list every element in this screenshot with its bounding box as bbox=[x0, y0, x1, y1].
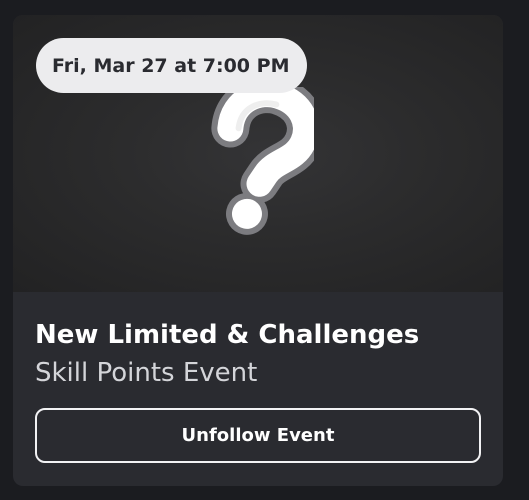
event-card[interactable]: Fri, Mar 27 at 7:00 PM New Limited & Cha… bbox=[13, 15, 503, 486]
question-mark-icon bbox=[211, 87, 314, 235]
event-subtitle: Skill Points Event bbox=[35, 358, 258, 388]
event-date-badge: Fri, Mar 27 at 7:00 PM bbox=[36, 38, 308, 93]
event-title: New Limited & Challenges bbox=[35, 320, 420, 350]
event-info: New Limited & Challenges Skill Points Ev… bbox=[13, 292, 503, 486]
unfollow-event-button[interactable]: Unfollow Event bbox=[35, 408, 481, 463]
event-thumbnail[interactable]: Fri, Mar 27 at 7:00 PM bbox=[13, 15, 503, 292]
